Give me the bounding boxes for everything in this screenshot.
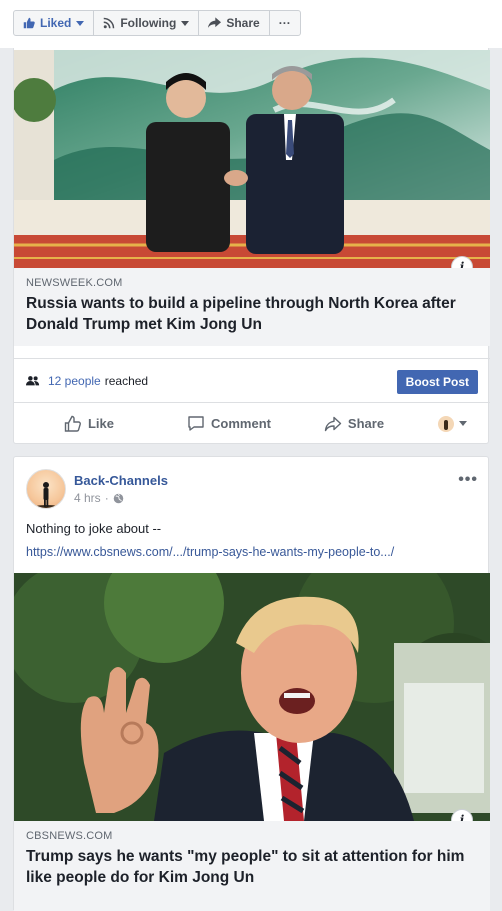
like-button[interactable]: Like bbox=[14, 403, 164, 444]
following-button[interactable]: Following bbox=[94, 11, 200, 35]
post-timestamp: 4 hrs · bbox=[74, 491, 124, 505]
chevron-down-icon bbox=[458, 421, 467, 426]
time-separator: · bbox=[104, 491, 109, 505]
liked-button[interactable]: Liked bbox=[14, 11, 95, 35]
people-icon bbox=[26, 375, 40, 385]
post-card-cbs: Back-Channels 4 hrs · ••• Nothing to jok… bbox=[13, 456, 490, 911]
share-arrow-icon bbox=[324, 416, 342, 431]
post-text: Nothing to joke about -- bbox=[26, 521, 162, 536]
globe-icon[interactable] bbox=[113, 493, 124, 504]
share-label: Share bbox=[347, 416, 385, 431]
comment-icon bbox=[188, 416, 204, 431]
thumbs-up-icon bbox=[64, 415, 81, 432]
share-page-button[interactable]: Share bbox=[199, 11, 270, 35]
link-headline[interactable]: Russia wants to build a pipeline through… bbox=[26, 293, 478, 335]
link-preview-image[interactable] bbox=[14, 50, 490, 268]
chevron-down-icon bbox=[76, 20, 85, 26]
post-card-newsweek: i NEWSWEEK.COM Russia wants to build a p… bbox=[13, 48, 490, 444]
post-actions: Like Comment Share bbox=[14, 402, 490, 444]
comment-label: Comment bbox=[211, 416, 271, 431]
page-avatar-icon bbox=[437, 415, 454, 432]
photo-trump bbox=[14, 573, 490, 821]
author-avatar[interactable] bbox=[26, 469, 66, 509]
ellipsis-icon: ··· bbox=[278, 16, 291, 30]
post-url-link[interactable]: https://www.cbsnews.com/.../trump-says-h… bbox=[26, 545, 394, 559]
reach-label: reached bbox=[104, 373, 149, 388]
post-reach-row: 12 people reached Boost Post bbox=[14, 358, 490, 402]
link-preview-meta[interactable]: CBSNEWS.COM Trump says he wants "my peop… bbox=[14, 821, 490, 911]
comment-button[interactable]: Comment bbox=[164, 403, 294, 444]
thumbs-up-icon bbox=[23, 17, 35, 29]
post-header: Back-Channels 4 hrs · ••• bbox=[26, 469, 478, 509]
silhouette-icon bbox=[31, 482, 63, 508]
page-action-group: Liked Following Share ··· bbox=[13, 10, 301, 36]
more-options-button[interactable]: ··· bbox=[270, 11, 300, 35]
post-as-selector[interactable] bbox=[414, 403, 490, 444]
chevron-down-icon bbox=[181, 20, 190, 26]
photo-kim-lavrov bbox=[14, 50, 490, 268]
link-preview-image[interactable] bbox=[14, 573, 490, 821]
page-action-bar: Liked Following Share ··· bbox=[0, 0, 502, 48]
like-label: Like bbox=[87, 416, 114, 431]
link-domain: CBSNEWS.COM bbox=[26, 830, 113, 842]
share-button[interactable]: Share bbox=[294, 403, 414, 444]
link-domain: NEWSWEEK.COM bbox=[26, 277, 123, 289]
link-headline[interactable]: Trump says he wants "my people" to sit a… bbox=[26, 846, 478, 888]
liked-label: Liked bbox=[40, 16, 72, 30]
post-options-icon[interactable]: ••• bbox=[458, 471, 478, 489]
share-arrow-icon bbox=[208, 17, 222, 28]
time-label[interactable]: 4 hrs bbox=[74, 491, 101, 505]
link-preview-meta[interactable]: NEWSWEEK.COM Russia wants to build a pip… bbox=[14, 268, 490, 346]
boost-post-button[interactable]: Boost Post bbox=[396, 370, 478, 394]
reach-count[interactable]: 12 people bbox=[48, 374, 101, 388]
share-label: Share bbox=[226, 16, 260, 30]
rss-icon bbox=[103, 17, 115, 29]
author-name[interactable]: Back-Channels bbox=[74, 473, 168, 488]
following-label: Following bbox=[120, 16, 177, 30]
